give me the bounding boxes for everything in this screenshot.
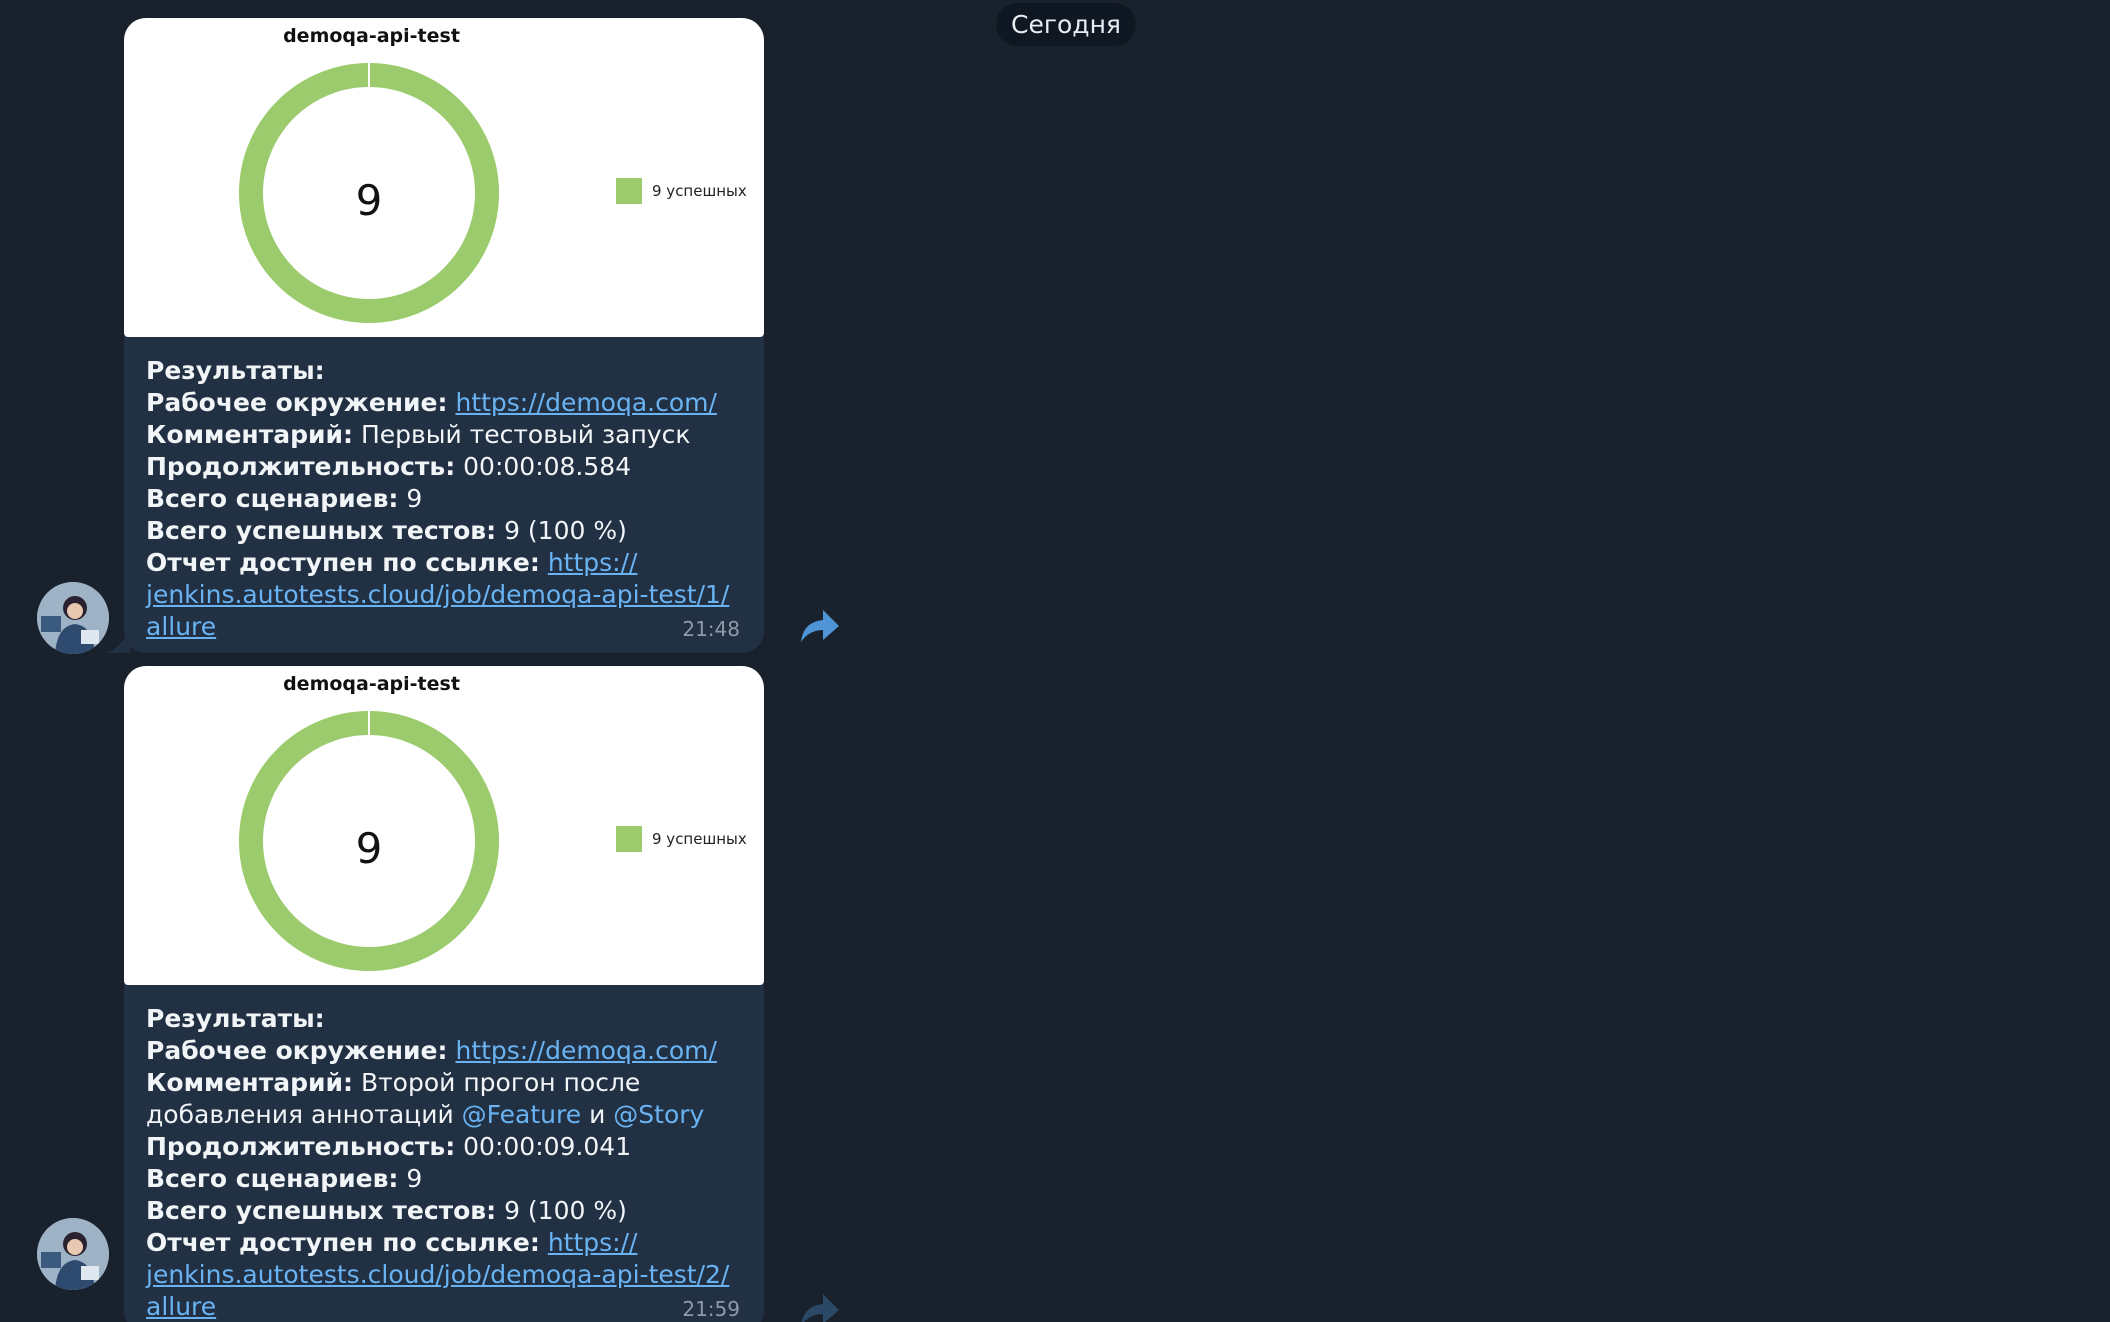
duration-value: 00:00:08.584 — [463, 452, 632, 481]
comment-text: Второй прогон после — [360, 1068, 641, 1097]
avatar[interactable] — [37, 582, 109, 654]
chart-center-value: 9 — [355, 824, 383, 873]
report-link-part1[interactable]: https:// — [548, 548, 638, 577]
env-label: Рабочее окружение: — [146, 1036, 448, 1065]
message-text: Результаты: Рабочее окружение: https://d… — [124, 337, 764, 643]
passed-value: 9 (100 %) — [504, 516, 627, 545]
report-link-part3[interactable]: allure — [146, 612, 216, 641]
comment-text-line2: добавления аннотаций — [146, 1100, 454, 1129]
legend-label-passed: 9 успешных — [652, 182, 747, 200]
duration-label: Продолжительность: — [146, 452, 456, 481]
message-text: Результаты: Рабочее окружение: https://d… — [124, 985, 764, 1322]
scenarios-value: 9 — [406, 484, 423, 513]
avatar-icon — [37, 582, 109, 654]
results-heading: Результаты: — [146, 356, 325, 385]
duration-label: Продолжительность: — [146, 1132, 456, 1161]
chart-legend: 9 успешных — [616, 826, 747, 852]
bubble-tail — [106, 629, 130, 653]
legend-swatch-passed — [616, 178, 642, 204]
avatar[interactable] — [37, 1218, 109, 1290]
scenarios-value: 9 — [406, 1164, 423, 1193]
chart-image[interactable]: demoqa-api-test 9 9 успешных — [124, 666, 764, 985]
legend-label-passed: 9 успешных — [652, 830, 747, 848]
message[interactable]: demoqa-api-test 9 9 успешных Результаты:… — [124, 666, 764, 1322]
message[interactable]: demoqa-api-test 9 9 успешных Результаты:… — [124, 18, 764, 653]
duration-value: 00:00:09.041 — [463, 1132, 632, 1161]
results-heading: Результаты: — [146, 1004, 325, 1033]
avatar-icon — [37, 1218, 109, 1290]
chart-title: demoqa-api-test — [283, 25, 460, 47]
chart-image[interactable]: demoqa-api-test 9 9 успешных — [124, 18, 764, 337]
comment-and: и — [589, 1100, 606, 1129]
env-link[interactable]: https://demoqa.com/ — [455, 1036, 716, 1065]
chart-center-value: 9 — [355, 176, 383, 225]
chart-title: demoqa-api-test — [283, 673, 460, 695]
env-link[interactable]: https://demoqa.com/ — [455, 388, 716, 417]
report-link-part2[interactable]: jenkins.autotests.cloud/job/demoqa-api-t… — [146, 1260, 729, 1289]
comment-label: Комментарий: — [146, 420, 353, 449]
passed-label: Всего успешных тестов: — [146, 1196, 497, 1225]
chart-legend: 9 успешных — [616, 178, 747, 204]
scenarios-label: Всего сценариев: — [146, 484, 399, 513]
message-time: 21:48 — [682, 617, 740, 641]
report-link-part1[interactable]: https:// — [548, 1228, 638, 1257]
report-label: Отчет доступен по ссылке: — [146, 1228, 540, 1257]
report-link-part2[interactable]: jenkins.autotests.cloud/job/demoqa-api-t… — [146, 580, 729, 609]
scenarios-label: Всего сценариев: — [146, 1164, 399, 1193]
comment-label: Комментарий: — [146, 1068, 353, 1097]
chat-view: Сегодня demoqa-api-test 9 9 успешных Рез… — [0, 0, 2110, 1322]
message-time: 21:59 — [682, 1297, 740, 1321]
date-separator: Сегодня — [996, 3, 1136, 46]
passed-value: 9 (100 %) — [504, 1196, 627, 1225]
share-arrow-icon[interactable] — [797, 1290, 841, 1322]
message-bubble[interactable]: demoqa-api-test 9 9 успешных Результаты:… — [124, 666, 764, 1322]
share-arrow-icon[interactable] — [797, 606, 841, 646]
mention-story[interactable]: @Story — [613, 1100, 704, 1129]
mention-feature[interactable]: @Feature — [462, 1100, 581, 1129]
legend-swatch-passed — [616, 826, 642, 852]
env-label: Рабочее окружение: — [146, 388, 448, 417]
comment-text: Первый тестовый запуск — [360, 420, 691, 449]
report-link-part3[interactable]: allure — [146, 1292, 216, 1321]
message-bubble[interactable]: demoqa-api-test 9 9 успешных Результаты:… — [124, 18, 764, 653]
report-label: Отчет доступен по ссылке: — [146, 548, 540, 577]
passed-label: Всего успешных тестов: — [146, 516, 497, 545]
